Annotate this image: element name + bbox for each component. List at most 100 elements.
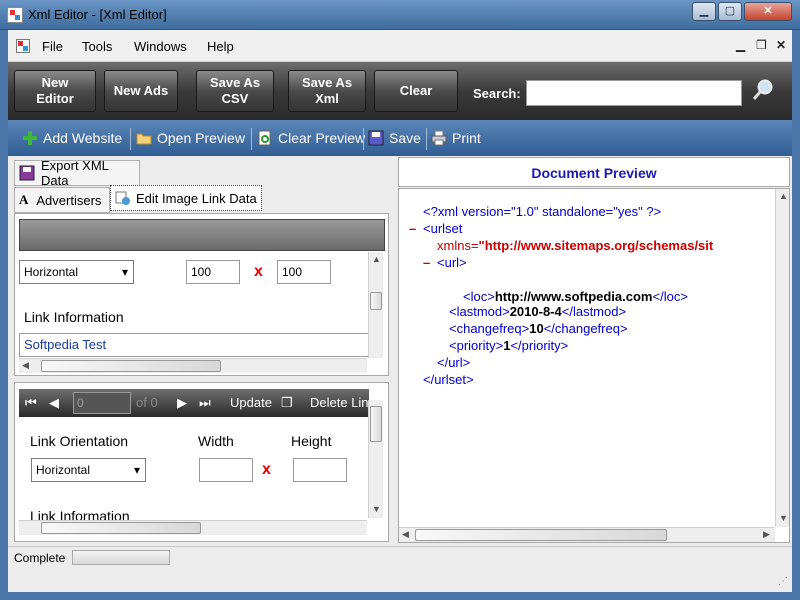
lower-link-info-label: Link Information: [30, 508, 130, 520]
save-xml-button[interactable]: Save As Xml: [288, 70, 366, 112]
record-position-input[interactable]: 0: [73, 392, 131, 414]
status-bar: Complete: [8, 546, 792, 568]
clear-button[interactable]: Clear: [374, 70, 458, 112]
width-input[interactable]: 100: [186, 260, 240, 284]
main-toolbar: New Editor New Ads Save As CSV Save As X…: [8, 62, 792, 120]
scroll-right-icon[interactable]: ▶: [763, 529, 770, 540]
urlset-open-tag: <urlset: [423, 221, 463, 236]
action-bar: Add Website Open Preview Clear Preview S…: [8, 120, 792, 156]
save-button[interactable]: Save: [368, 130, 421, 146]
clear-preview-button[interactable]: Clear Preview: [257, 130, 365, 146]
open-preview-button[interactable]: Open Preview: [136, 130, 245, 146]
lower-dimension-x-mark: x: [262, 461, 271, 478]
search-label: Search:: [473, 86, 521, 101]
title-bar: Xml Editor - [Xml Editor] ▁ ▢ ✕: [0, 0, 800, 30]
first-record-icon[interactable]: ⏮: [25, 395, 37, 411]
page-refresh-icon: [257, 130, 273, 146]
search-input[interactable]: [526, 80, 742, 106]
separator: [130, 128, 131, 150]
lower-vertical-scrollbar[interactable]: ▼: [368, 400, 383, 518]
separator: [426, 128, 427, 150]
changefreq-value: 10: [529, 321, 544, 336]
search-icon[interactable]: [752, 78, 774, 102]
mdi-close-icon[interactable]: ✕: [776, 38, 786, 52]
delete-link-button[interactable]: Delete Lin: [310, 395, 369, 410]
scroll-left-icon[interactable]: ◀: [402, 529, 409, 540]
close-button[interactable]: ✕: [744, 2, 792, 21]
tab-edit-label: Edit Image Link Data: [136, 190, 257, 206]
url-open-tag: <url>: [437, 255, 467, 270]
dimension-x-mark: x: [254, 263, 263, 280]
lastmod-close-tag: </lastmod>: [561, 304, 627, 319]
add-website-button[interactable]: Add Website: [22, 130, 122, 146]
orientation-select[interactable]: Horizontal: [19, 260, 134, 284]
tab-advertisers[interactable]: A Advertisers: [14, 187, 110, 213]
scroll-down-icon[interactable]: ▼: [372, 504, 381, 514]
menu-windows[interactable]: Windows: [134, 39, 187, 54]
scroll-thumb[interactable]: [370, 292, 382, 310]
progress-bar: [72, 550, 170, 565]
height-label: Height: [291, 433, 332, 449]
last-record-icon[interactable]: ⏭: [199, 395, 211, 411]
save-csv-button[interactable]: Save As CSV: [196, 70, 274, 112]
menu-bar: File Tools Windows Help ▁ ❐ ✕: [8, 30, 792, 62]
maximize-button[interactable]: ▢: [718, 2, 742, 21]
folder-icon: [136, 130, 152, 146]
lastmod-value: 2010-8-4: [509, 304, 562, 319]
link-info-label: Link Information: [24, 309, 124, 325]
height-input[interactable]: 100: [277, 260, 331, 284]
printer-icon: [431, 130, 447, 146]
lower-height-input[interactable]: [293, 458, 347, 482]
clear-preview-label: Clear Preview: [278, 130, 366, 146]
loc-close-tag: </loc>: [652, 289, 688, 304]
app-icon: [7, 7, 23, 23]
scroll-thumb[interactable]: [41, 522, 201, 534]
print-label: Print: [452, 130, 481, 146]
preview-vertical-scrollbar[interactable]: ▲ ▼: [775, 189, 789, 527]
floppy-disk-icon: [19, 165, 35, 181]
priority-close-tag: </priority>: [510, 338, 569, 353]
resize-grip-icon[interactable]: ⋰: [778, 576, 788, 587]
scroll-down-icon[interactable]: ▼: [779, 513, 788, 523]
print-button[interactable]: Print: [431, 130, 481, 146]
collapse-url-icon[interactable]: –: [423, 255, 430, 270]
mdi-restore-icon[interactable]: ❐: [756, 38, 767, 52]
xmlns-attribute: xmlns=: [437, 238, 479, 253]
upper-horizontal-scrollbar[interactable]: ◀: [19, 358, 367, 373]
tab-export-xml[interactable]: Export XML Data: [14, 158, 140, 188]
new-editor-button[interactable]: New Editor: [14, 70, 96, 112]
separator: [363, 128, 364, 150]
link-orientation-label: Link Orientation: [30, 433, 129, 449]
scroll-thumb[interactable]: [415, 529, 667, 541]
lower-width-input[interactable]: [199, 458, 253, 482]
upper-vertical-scrollbar[interactable]: ▲: [368, 252, 383, 358]
tab-edit-image-link[interactable]: Edit Image Link Data: [110, 185, 262, 211]
plus-icon: [22, 130, 38, 146]
scroll-thumb[interactable]: [370, 406, 382, 442]
tab-advertisers-label: Advertisers: [36, 192, 102, 208]
record-count: of 0: [136, 395, 158, 410]
lower-orientation-select[interactable]: Horizontal: [31, 458, 146, 482]
save-label: Save: [389, 130, 421, 146]
link-info-input[interactable]: Softpedia Test: [19, 333, 369, 357]
new-ads-button[interactable]: New Ads: [104, 70, 178, 112]
preview-horizontal-scrollbar[interactable]: ◀ ▶: [399, 527, 775, 542]
minimize-button[interactable]: ▁: [692, 2, 716, 21]
document-icon[interactable]: [16, 39, 30, 53]
next-record-icon[interactable]: ▶: [177, 395, 187, 411]
previous-record-icon[interactable]: ◀: [49, 395, 59, 411]
menu-file[interactable]: File: [42, 39, 63, 54]
xml-preview: <?xml version="1.0" standalone="yes" ?> …: [398, 188, 790, 543]
mdi-minimize-icon[interactable]: ▁: [736, 38, 745, 52]
scroll-left-icon[interactable]: ◀: [22, 360, 29, 371]
scroll-up-icon[interactable]: ▲: [779, 191, 788, 201]
lower-horizontal-scrollbar[interactable]: [19, 520, 367, 535]
menu-tools[interactable]: Tools: [82, 39, 112, 54]
menu-help[interactable]: Help: [207, 39, 234, 54]
collapse-urlset-icon[interactable]: –: [409, 221, 416, 236]
scroll-thumb[interactable]: [41, 360, 221, 372]
floppy-disk-icon: [368, 130, 384, 146]
copy-icon[interactable]: ❐: [281, 395, 293, 411]
update-button[interactable]: Update: [230, 395, 272, 410]
scroll-up-icon[interactable]: ▲: [372, 254, 381, 264]
